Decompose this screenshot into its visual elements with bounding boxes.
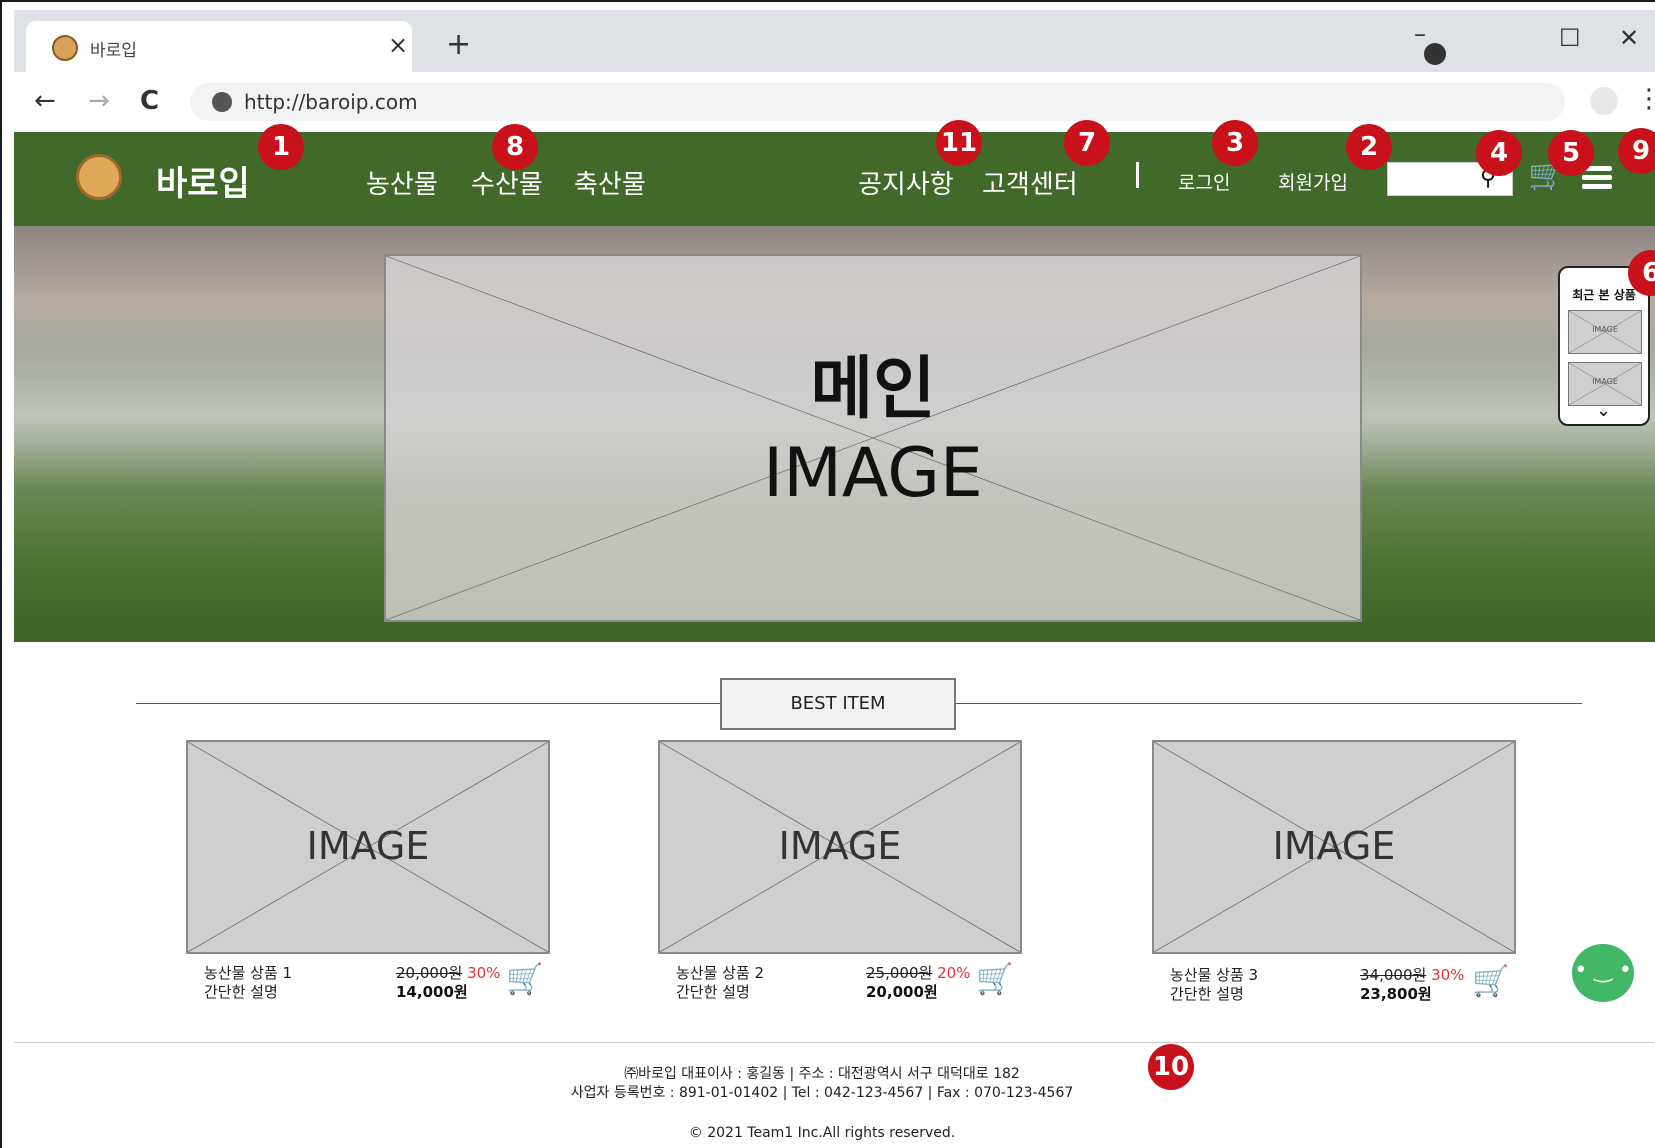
product-desc: 간단한 설명 — [1170, 985, 1244, 1003]
hero-banner: 메인 IMAGE — [14, 226, 1655, 642]
brand-logo[interactable]: 바로입 — [156, 156, 250, 205]
site-info-icon[interactable] — [212, 92, 232, 112]
recent-thumb[interactable]: IMAGE — [1568, 310, 1642, 354]
account-icon[interactable] — [1590, 87, 1618, 115]
recent-thumb-label: IMAGE — [1592, 377, 1618, 386]
forward-button[interactable]: → — [88, 86, 110, 116]
annotation-badge: 10 — [1148, 1044, 1194, 1090]
footer-divider — [14, 1042, 1655, 1043]
sale-price: 20,000원 — [866, 983, 938, 1001]
back-button[interactable]: ← — [34, 86, 56, 116]
annotation-badge: 4 — [1476, 130, 1522, 176]
product-price: 20,000원 30% 14,000원 — [396, 964, 500, 1002]
logo-mascot-icon[interactable] — [76, 154, 122, 200]
maximize-button[interactable]: ☐ — [1559, 24, 1581, 52]
product-image-label: IMAGE — [1272, 824, 1396, 868]
url-field[interactable]: http://baroip.com — [190, 83, 1565, 121]
footer-copyright: © 2021 Team1 Inc.All rights reserved. — [688, 1125, 956, 1141]
sale-price: 14,000원 — [396, 983, 468, 1001]
login-link[interactable]: 로그인 — [1178, 168, 1230, 195]
add-to-cart-icon[interactable]: 🛒 — [506, 962, 543, 997]
reload-button[interactable]: C — [140, 86, 159, 116]
product-price: 34,000원 30% 23,800원 — [1360, 966, 1464, 1004]
product-name: 농산물 상품 2 — [676, 964, 765, 982]
minimize-button[interactable]: – — [1414, 20, 1426, 48]
add-to-cart-icon[interactable]: 🛒 — [1472, 964, 1509, 999]
nav-agriculture[interactable]: 농산물 — [366, 164, 438, 201]
url-text: http://baroip.com — [244, 90, 418, 114]
footer-business-info: 사업자 등록번호 : 891-01-01402 | Tel : 042-123-… — [570, 1085, 1074, 1101]
close-window-button[interactable]: ✕ — [1619, 24, 1639, 52]
header-divider — [1136, 162, 1139, 188]
browser-menu-icon[interactable]: ⋮ — [1636, 84, 1655, 114]
old-price: 20,000원 — [396, 964, 463, 982]
product-info[interactable]: 농산물 상품 3 간단한 설명 — [1170, 966, 1258, 1004]
chat-bot-button[interactable]: • ‿ • — [1572, 944, 1634, 1002]
old-price: 34,000원 — [1360, 966, 1427, 984]
product-desc: 간단한 설명 — [676, 983, 750, 1001]
nav-seafood[interactable]: 수산물 — [471, 164, 543, 201]
annotation-badge: 1 — [258, 124, 304, 170]
hero-title-line1: 메인 — [810, 350, 936, 429]
annotation-badge: 7 — [1064, 120, 1110, 166]
product-image[interactable]: IMAGE — [1152, 740, 1516, 954]
hero-title: 메인 IMAGE — [386, 348, 1360, 516]
product-price: 25,000원 20% 20,000원 — [866, 964, 970, 1002]
annotation-badge: 3 — [1212, 120, 1258, 166]
chat-face-icon: • ‿ • — [1574, 958, 1632, 983]
product-info[interactable]: 농산물 상품 1 간단한 설명 — [204, 964, 292, 1002]
annotation-badge: 11 — [936, 120, 982, 166]
product-info[interactable]: 농산물 상품 2 간단한 설명 — [676, 964, 764, 1002]
product-desc: 간단한 설명 — [204, 983, 278, 1001]
product-image-label: IMAGE — [306, 824, 430, 868]
favicon-icon — [52, 35, 78, 61]
notice-link[interactable]: 공지사항 — [858, 164, 954, 201]
support-link[interactable]: 고객센터 — [982, 164, 1078, 201]
browser-tab[interactable]: 바로입 × — [26, 21, 412, 72]
chevron-down-icon[interactable]: ⌄ — [1596, 402, 1611, 420]
browser-window: 바로입 × + – ☐ ✕ ← → C http://baroip.com ⋮ … — [0, 0, 1655, 1148]
extension-icon[interactable] — [1424, 43, 1446, 65]
hero-image-placeholder[interactable]: 메인 IMAGE — [384, 254, 1362, 622]
signup-link[interactable]: 회원가입 — [1278, 168, 1348, 195]
annotation-badge: 8 — [492, 124, 538, 170]
best-item-title: BEST ITEM — [720, 678, 956, 730]
annotation-badge: 5 — [1548, 130, 1594, 176]
nav-livestock[interactable]: 축산물 — [574, 164, 646, 201]
footer-company-info: ㈜바로입 대표이사 : 홍길동 | 주소 : 대전광역시 서구 대덕대로 182 — [624, 1066, 1020, 1082]
discount-rate: 30% — [1431, 966, 1465, 984]
annotation-badge: 2 — [1346, 124, 1392, 170]
tab-title: 바로입 — [90, 41, 137, 61]
discount-rate: 20% — [937, 964, 971, 982]
tab-bar: 바로입 × + – ☐ ✕ — [14, 10, 1655, 72]
address-bar-row: ← → C http://baroip.com ⋮ — [14, 72, 1655, 132]
product-name: 농산물 상품 1 — [204, 964, 293, 982]
sale-price: 23,800원 — [1360, 985, 1432, 1003]
recent-thumb-label: IMAGE — [1592, 325, 1618, 334]
tab-close-icon[interactable]: × — [388, 31, 408, 59]
hero-title-line2: IMAGE — [763, 434, 983, 513]
product-name: 농산물 상품 3 — [1170, 966, 1259, 984]
product-image[interactable]: IMAGE — [186, 740, 550, 954]
product-image[interactable]: IMAGE — [658, 740, 1022, 954]
discount-rate: 30% — [467, 964, 501, 982]
product-image-label: IMAGE — [778, 824, 902, 868]
add-to-cart-icon[interactable]: 🛒 — [976, 962, 1013, 997]
old-price: 25,000원 — [866, 964, 933, 982]
new-tab-button[interactable]: + — [446, 30, 471, 60]
